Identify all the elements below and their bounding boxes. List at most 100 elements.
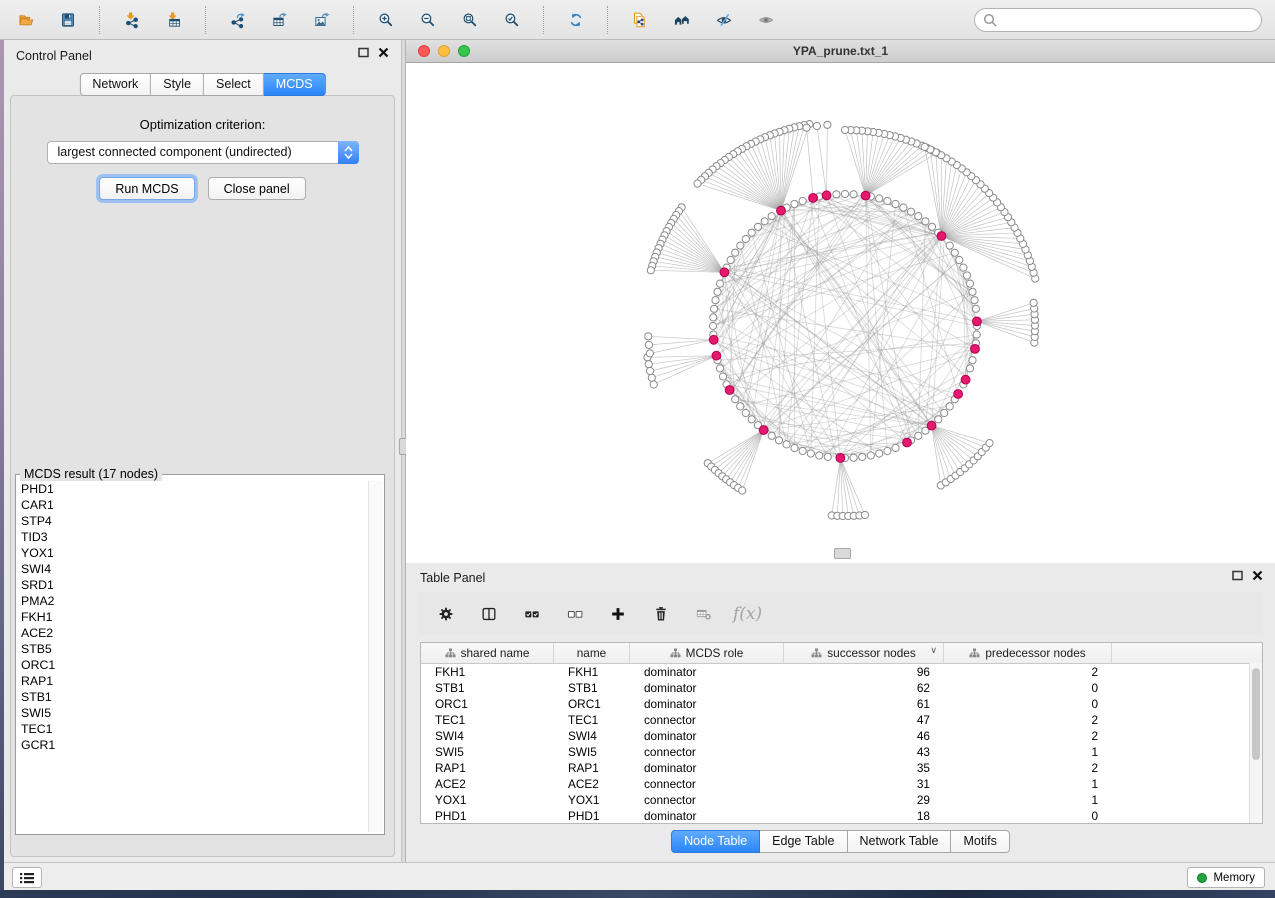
select-all-button[interactable] bbox=[518, 600, 546, 628]
table-row[interactable]: FKH1FKH1dominator962 bbox=[421, 664, 1262, 680]
unchecked-boxes-icon bbox=[567, 603, 583, 625]
new-network-document-icon bbox=[632, 7, 648, 33]
tab-mcds[interactable]: MCDS bbox=[264, 73, 326, 96]
mcds-result-node[interactable]: STB5 bbox=[21, 641, 366, 657]
run-mcds-button[interactable]: Run MCDS bbox=[99, 177, 194, 200]
hide-selected-button[interactable] bbox=[710, 6, 738, 34]
column-header-shared-name[interactable]: shared name bbox=[421, 643, 554, 663]
gear-icon bbox=[438, 603, 454, 625]
fit-content-button[interactable] bbox=[456, 6, 484, 34]
table-row[interactable]: SWI5SWI5connector431 bbox=[421, 744, 1262, 760]
mcds-result-node[interactable]: GCR1 bbox=[21, 737, 366, 753]
mcds-tab-content: Optimization criterion: largest connecte… bbox=[10, 95, 395, 857]
deselect-all-button[interactable] bbox=[561, 600, 589, 628]
first-neighbors-button[interactable] bbox=[668, 6, 696, 34]
table-row[interactable]: TEC1TEC1connector472 bbox=[421, 712, 1262, 728]
zoom-out-button[interactable] bbox=[414, 6, 442, 34]
apply-layout-button[interactable] bbox=[562, 6, 590, 34]
close-panel-button[interactable]: Close panel bbox=[208, 177, 306, 200]
control-panel-title: Control Panel bbox=[16, 49, 92, 63]
network-graph[interactable] bbox=[406, 63, 1275, 563]
mcds-result-node[interactable]: SWI5 bbox=[21, 705, 366, 721]
table-panel-tabs: Node TableEdge TableNetwork TableMotifs bbox=[406, 830, 1275, 853]
table-row[interactable]: ORC1ORC1dominator610 bbox=[421, 696, 1262, 712]
import-table-button[interactable] bbox=[160, 6, 188, 34]
checked-boxes-icon bbox=[524, 603, 540, 625]
mcds-result-node[interactable]: RAP1 bbox=[21, 673, 366, 689]
table-row[interactable]: YOX1YOX1connector291 bbox=[421, 792, 1262, 808]
horizontal-splitter-grip[interactable] bbox=[834, 548, 851, 559]
mcds-result-node[interactable]: STB1 bbox=[21, 689, 366, 705]
column-header-name[interactable]: name bbox=[554, 643, 630, 663]
tab-style[interactable]: Style bbox=[151, 73, 204, 96]
mcds-result-node[interactable]: STP4 bbox=[21, 513, 366, 529]
network-window: YPA_prune.txt_1 bbox=[406, 40, 1275, 563]
open-session-button[interactable] bbox=[12, 6, 40, 34]
optimization-criterion-select[interactable]: largest connected component (undirected) bbox=[47, 141, 359, 164]
task-history-button[interactable] bbox=[12, 867, 42, 888]
close-panel-icon[interactable] bbox=[378, 47, 389, 58]
table-scrollbar-thumb[interactable] bbox=[1252, 668, 1260, 760]
show-all-button[interactable] bbox=[752, 6, 780, 34]
node-table: shared namenameMCDS rolesuccessor nodes∨… bbox=[420, 642, 1263, 824]
zoom-in-button[interactable] bbox=[372, 6, 400, 34]
show-hide-columns-button[interactable] bbox=[475, 600, 503, 628]
search-input[interactable] bbox=[998, 10, 1261, 30]
import-network-button[interactable] bbox=[118, 6, 146, 34]
fit-content-icon bbox=[462, 7, 478, 33]
new-network-from-selection-button[interactable] bbox=[626, 6, 654, 34]
search-box[interactable] bbox=[974, 8, 1262, 32]
mcds-result-node[interactable]: FKH1 bbox=[21, 609, 366, 625]
tab-motifs[interactable]: Motifs bbox=[951, 830, 1009, 853]
column-header-MCDS-role[interactable]: MCDS role bbox=[630, 643, 784, 663]
fit-selected-button[interactable] bbox=[498, 6, 526, 34]
tab-select[interactable]: Select bbox=[204, 73, 264, 96]
fit-selected-icon bbox=[504, 7, 520, 33]
table-row[interactable]: SWI4SWI4dominator462 bbox=[421, 728, 1262, 744]
zoom-in-icon bbox=[378, 7, 394, 33]
tab-network[interactable]: Network bbox=[79, 73, 151, 96]
table-row[interactable]: ACE2ACE2connector311 bbox=[421, 776, 1262, 792]
tab-network-table[interactable]: Network Table bbox=[848, 830, 952, 853]
export-network-button[interactable] bbox=[224, 6, 252, 34]
tab-node-table[interactable]: Node Table bbox=[671, 830, 760, 853]
table-toolbar: f(x) bbox=[418, 592, 1263, 635]
column-header-successor-nodes[interactable]: successor nodes∨ bbox=[784, 643, 944, 663]
mcds-result-node[interactable]: YOX1 bbox=[21, 545, 366, 561]
table-scrollbar[interactable] bbox=[1249, 663, 1262, 823]
tab-edge-table[interactable]: Edge Table bbox=[760, 830, 847, 853]
zoom-out-icon bbox=[420, 7, 436, 33]
delete-columns-button[interactable] bbox=[647, 600, 675, 628]
column-settings-button[interactable] bbox=[432, 600, 460, 628]
mcds-result-node[interactable]: PMA2 bbox=[21, 593, 366, 609]
apply-function-button[interactable]: f(x) bbox=[733, 604, 762, 624]
table-row[interactable]: STB1STB1dominator620 bbox=[421, 680, 1262, 696]
mcds-result-node[interactable]: ORC1 bbox=[21, 657, 366, 673]
network-canvas[interactable] bbox=[406, 63, 1275, 563]
network-window-titlebar[interactable]: YPA_prune.txt_1 bbox=[406, 40, 1275, 63]
refresh-layout-icon bbox=[568, 7, 584, 33]
delete-table-button[interactable] bbox=[690, 600, 718, 628]
float-panel-icon[interactable] bbox=[1232, 570, 1243, 581]
import-network-icon bbox=[124, 7, 140, 33]
save-session-button[interactable] bbox=[54, 6, 82, 34]
memory-button[interactable]: Memory bbox=[1187, 867, 1265, 888]
mcds-result-node[interactable]: SRD1 bbox=[21, 577, 366, 593]
export-table-button[interactable] bbox=[266, 6, 294, 34]
table-row[interactable]: RAP1RAP1dominator352 bbox=[421, 760, 1262, 776]
export-image-button[interactable] bbox=[308, 6, 336, 34]
float-panel-icon[interactable] bbox=[358, 47, 369, 58]
mcds-result-node[interactable]: SWI4 bbox=[21, 561, 366, 577]
mcds-result-list: PHD1CAR1STP4TID3YOX1SWI4SRD1PMA2FKH1ACE2… bbox=[21, 481, 366, 831]
mcds-result-node[interactable]: TID3 bbox=[21, 529, 366, 545]
column-header-predecessor-nodes[interactable]: predecessor nodes bbox=[944, 643, 1112, 663]
create-column-button[interactable] bbox=[604, 600, 632, 628]
close-panel-icon[interactable] bbox=[1252, 570, 1263, 581]
result-list-scrollbar[interactable] bbox=[368, 481, 382, 832]
mcds-result-node[interactable]: ACE2 bbox=[21, 625, 366, 641]
mcds-result-node[interactable]: PHD1 bbox=[21, 481, 366, 497]
mcds-result-node[interactable]: CAR1 bbox=[21, 497, 366, 513]
table-row[interactable]: PHD1PHD1dominator180 bbox=[421, 808, 1262, 824]
mcds-result-node[interactable]: TEC1 bbox=[21, 721, 366, 737]
main-toolbar bbox=[0, 0, 1275, 40]
